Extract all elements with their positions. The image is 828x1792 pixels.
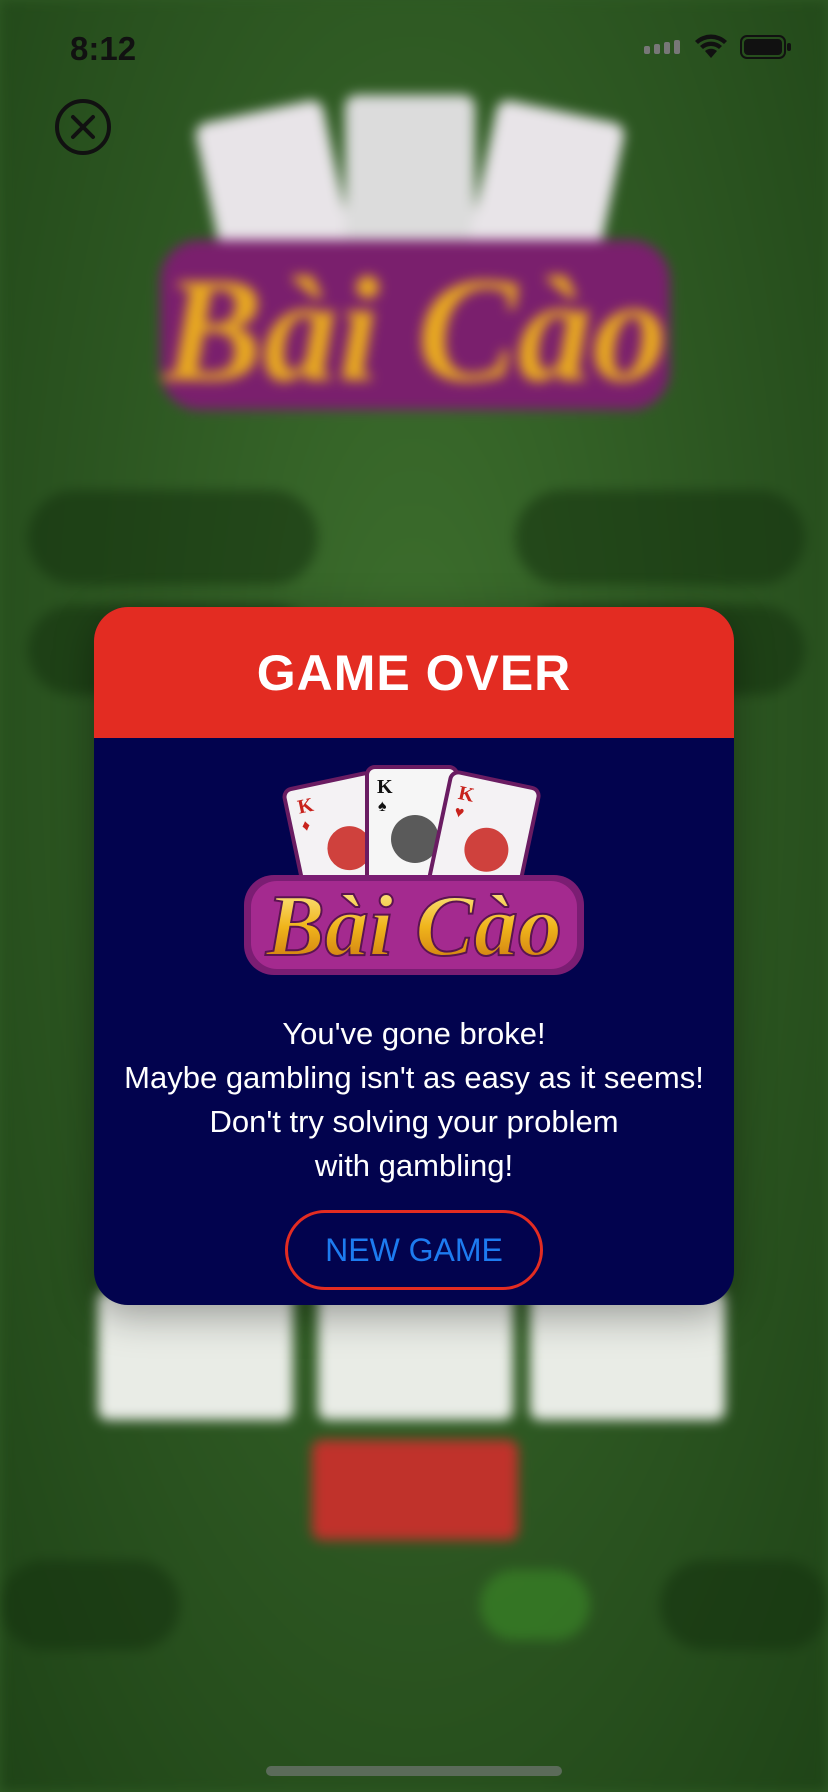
dialog-header: GAME OVER (94, 607, 734, 738)
bai-cao-logo: K ♦ K ♠ K ♥ Bài Cào (244, 765, 584, 976)
home-indicator[interactable] (266, 1766, 562, 1776)
svg-text:♠: ♠ (378, 798, 387, 815)
close-icon[interactable] (54, 98, 112, 156)
svg-text:K: K (377, 776, 393, 798)
game-over-message: You've gone broke! Maybe gambling isn't … (94, 1012, 734, 1188)
message-line: Maybe gambling isn't as easy as it seems… (124, 1060, 704, 1095)
game-over-dialog: GAME OVER K ♦ K ♠ K ♥ Bài Cào You've gon… (94, 607, 734, 1305)
message-line: with gambling! (314, 1148, 514, 1183)
background-logo: Bài Cào (160, 95, 670, 413)
status-time: 8:12 (70, 30, 137, 67)
logo-text: Bài Cào (265, 878, 562, 975)
wifi-icon (695, 34, 727, 58)
dialog-title: GAME OVER (256, 644, 572, 701)
cellular-icon (644, 40, 680, 54)
status-bar: 8:12 (0, 0, 828, 100)
status-icons (644, 34, 792, 60)
new-game-button[interactable]: NEW GAME (285, 1210, 543, 1290)
message-line: You've gone broke! (282, 1016, 546, 1051)
svg-text:Bài Cào: Bài Cào (161, 247, 667, 413)
battery-icon (740, 35, 791, 59)
message-line: Don't try solving your problem (209, 1104, 619, 1139)
